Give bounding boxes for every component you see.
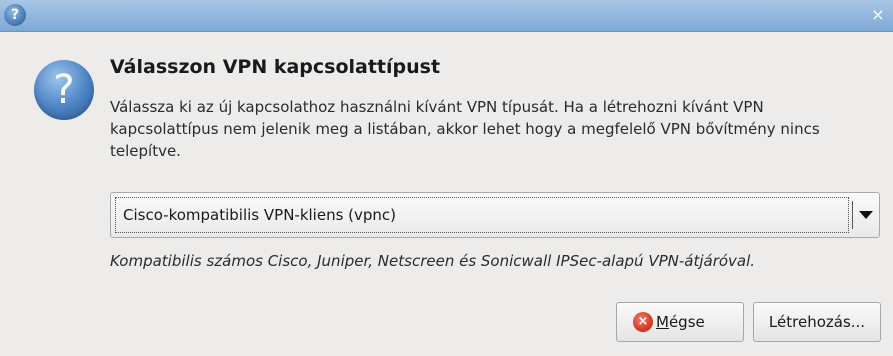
cancel-label-rest: égse (668, 313, 705, 331)
chevron-down-icon[interactable] (859, 211, 873, 219)
vpn-type-dialog: ? × ? Válasszon VPN kapcsolattípust Vála… (0, 0, 893, 356)
close-icon[interactable]: × (871, 6, 885, 24)
cancel-button-label: Mégse (656, 303, 705, 341)
cancel-button[interactable]: × Mégse (616, 302, 744, 342)
dialog-description: Válassza ki az új kapcsolathoz használni… (110, 98, 820, 160)
vpn-type-select[interactable]: Cisco-kompatibilis VPN-kliens (vpnc) (110, 192, 880, 238)
cancel-icon: × (633, 312, 653, 332)
vpn-type-selected-value: Cisco-kompatibilis VPN-kliens (vpnc) (123, 206, 397, 224)
question-icon: ? (34, 60, 94, 120)
combo-separator (852, 201, 853, 229)
create-button[interactable]: Létrehozás... (753, 302, 881, 342)
vpn-type-description: Kompatibilis számos Cisco, Juniper, Nets… (110, 252, 756, 270)
dialog-heading: Válasszon VPN kapcsolattípust (110, 56, 441, 78)
help-icon[interactable]: ? (4, 4, 26, 26)
title-bar[interactable]: ? × (0, 0, 893, 32)
cancel-mnemonic: M (656, 313, 669, 331)
